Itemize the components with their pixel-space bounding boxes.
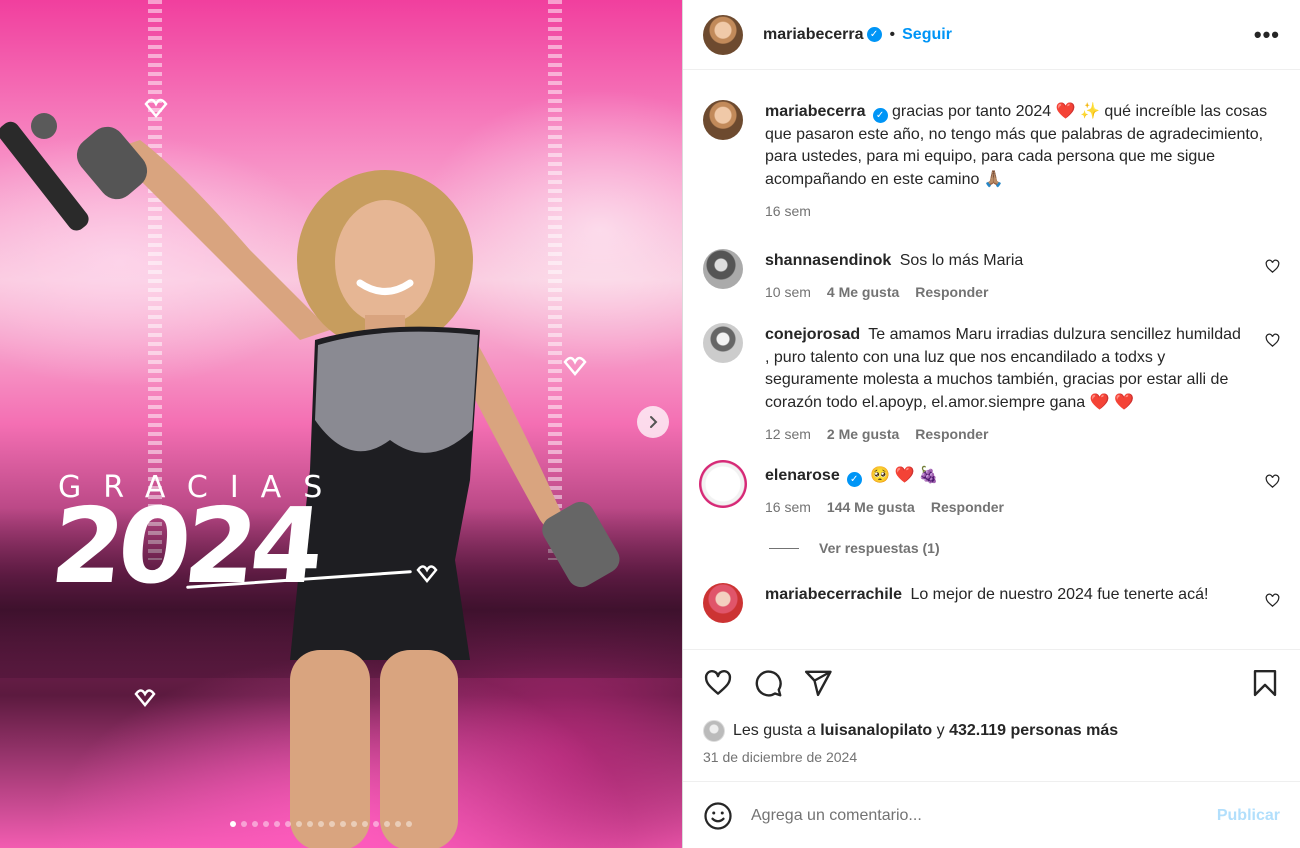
likes-connector: y [936,722,945,739]
verified-icon: ✓ [866,27,882,42]
comment-likes[interactable]: 4 Me gusta [827,281,899,304]
share-icon[interactable] [803,668,833,698]
comments-list[interactable]: mariabecerra ✓ gracias por tanto 2024 ❤️ … [683,71,1300,649]
comment-item: shannasendinok Sos lo más Maria 10 sem 4… [703,248,1280,304]
comment-username[interactable]: elenarose [765,467,840,484]
carousel-indicator [230,821,412,827]
reply-button[interactable]: Responder [915,281,988,304]
carousel-dot [307,821,313,827]
separator-bullet: • [889,25,896,43]
comment-avatar[interactable] [699,460,747,509]
bookmark-icon[interactable] [1250,668,1280,698]
comment-box: Publicar [683,783,1300,848]
comment-text: Lo mejor de nuestro 2024 fue tenerte acá… [910,586,1209,604]
comment-avatar[interactable] [703,248,743,289]
carousel-dot [329,821,335,827]
comment-avatar[interactable] [703,583,743,624]
post-actions: Les gusta a luisanalopilato y 432.119 pe… [683,649,1300,782]
comment-text: 🥺 ❤️ 🍇 [870,467,939,485]
reply-button[interactable]: Responder [931,496,1004,519]
performer-image [0,98,620,848]
carousel-dot [252,821,258,827]
likes-prefix: Les gusta a [733,722,816,739]
chevron-right-icon [650,416,658,428]
heart-icon[interactable] [703,668,733,698]
next-slide-button[interactable] [637,406,669,438]
comment-time: 16 sem [765,498,811,515]
comment-time: 10 sem [765,283,811,300]
comment-input[interactable] [751,806,1191,825]
comment-avatar[interactable] [703,323,743,364]
heart-icon[interactable] [1265,259,1280,274]
carousel-dot [362,821,368,827]
comment-icon[interactable] [753,668,783,698]
comment-item: conejorosad Te amamos Maru irradias dulz… [703,323,1280,445]
more-icon[interactable]: ••• [1254,22,1280,48]
view-replies-button[interactable]: Ver respuestas (1) [769,540,1280,556]
comment-username[interactable]: mariabecerrachile [765,586,902,603]
carousel-dot [274,821,280,827]
verified-icon: ✓ [846,472,862,488]
caption-username[interactable]: mariabecerra [765,103,866,120]
post-header: mariabecerra ✓ • Seguir ••• [683,0,1300,70]
carousel-dot [296,821,302,827]
carousel-dot [318,821,324,827]
verified-icon: ✓ [872,108,888,123]
carousel-dot [241,821,247,827]
caption-avatar[interactable] [703,100,743,140]
likes-summary: Les gusta a luisanalopilato y 432.119 pe… [703,720,1118,742]
emoji-icon[interactable] [703,801,733,831]
comment-item: elenarose ✓ 🥺 ❤️ 🍇 16 sem 144 Me gusta Re… [699,460,1280,519]
author-avatar[interactable] [703,14,743,55]
comment-likes[interactable]: 144 Me gusta [827,496,915,519]
heart-icon[interactable] [1265,474,1280,489]
author-username[interactable]: mariabecerra [763,26,864,44]
liker-avatar[interactable] [703,720,725,742]
carousel-dot [406,821,412,827]
post-details-panel: mariabecerra ✓ • Seguir ••• mariabecerra… [682,0,1300,848]
first-liker[interactable]: luisanalopilato [820,722,932,740]
carousel-dot [263,821,269,827]
carousel-dot [384,821,390,827]
comment-time: 12 sem [765,425,811,442]
comment-item: mariabecerrachile Lo mejor de nuestro 20… [703,583,1280,624]
follow-button[interactable]: Seguir [902,26,952,44]
heart-icon[interactable] [1265,593,1280,608]
post-media[interactable]: GRACIAS 2024 [0,0,682,848]
others-likes[interactable]: 432.119 personas más [949,722,1118,740]
overlay-year: 2024 [45,485,324,607]
post-date[interactable]: 31 de diciembre de 2024 [703,749,857,765]
carousel-dot [285,821,291,827]
carousel-dot [351,821,357,827]
caption: mariabecerra ✓ gracias por tanto 2024 ❤️ … [703,100,1280,223]
view-replies-label: Ver respuestas (1) [819,540,940,557]
caption-time: 16 sem [765,203,811,220]
comment-username[interactable]: conejorosad [765,326,860,343]
comment-username[interactable]: shannasendinok [765,252,891,269]
comment-text: Sos lo más Maria [899,251,1024,269]
reply-button[interactable]: Responder [915,423,988,446]
comment-likes[interactable]: 2 Me gusta [827,423,899,446]
replies-divider [769,547,799,549]
carousel-dot [340,821,346,827]
carousel-dot [373,821,379,827]
publish-button[interactable]: Publicar [1217,807,1280,825]
carousel-dot [230,821,236,827]
carousel-dot [395,821,401,827]
heart-icon[interactable] [1265,333,1280,348]
